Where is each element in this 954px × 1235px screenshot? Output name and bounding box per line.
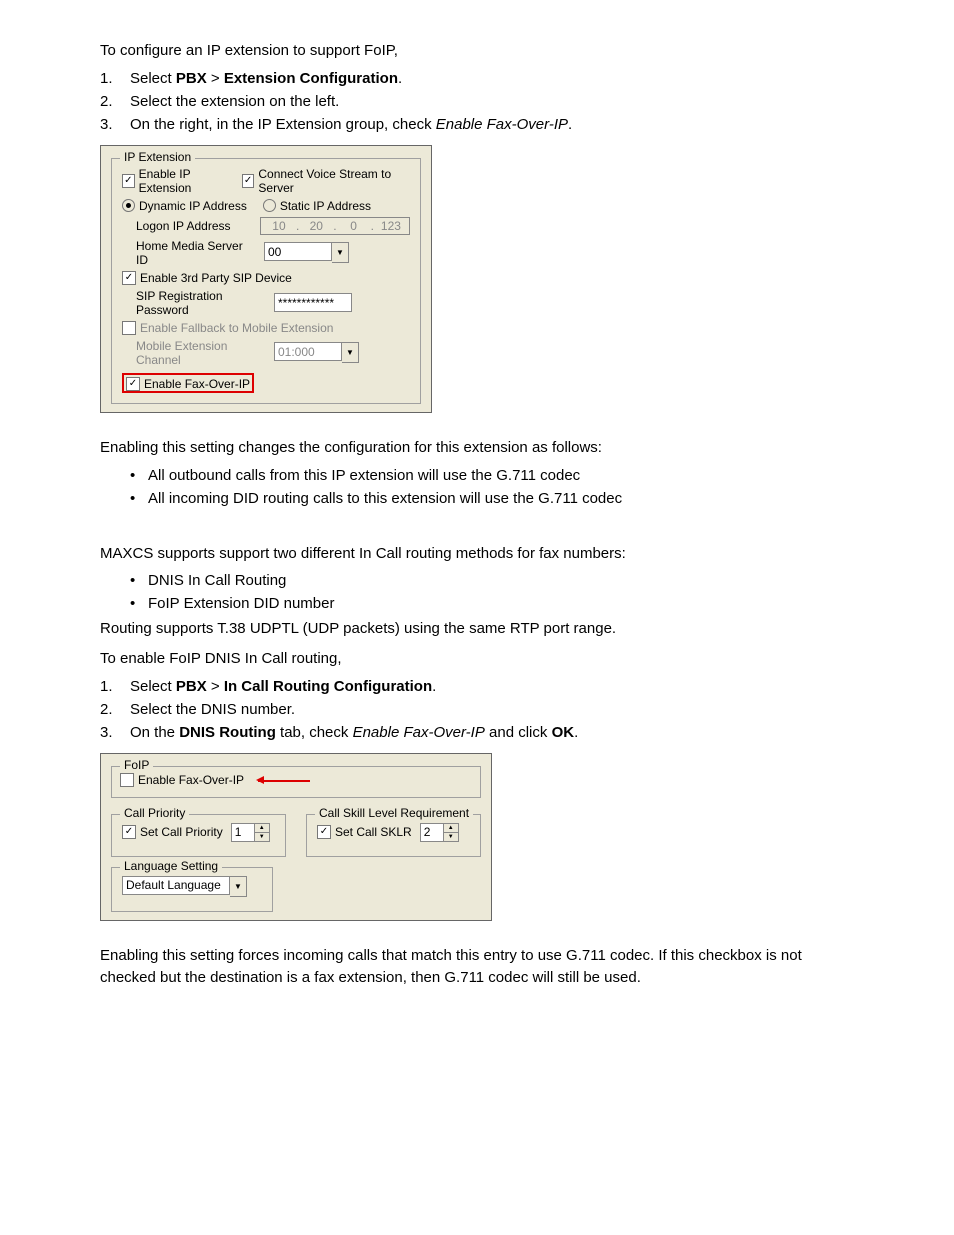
paragraph-intro: To configure an IP extension to support … — [100, 40, 854, 62]
bullets-1: •All outbound calls from this IP extensi… — [100, 467, 854, 507]
chevron-down-icon[interactable]: ▼ — [230, 876, 247, 897]
enable-fallback-checkbox[interactable]: Enable Fallback to Mobile Extension — [122, 321, 333, 335]
logon-ip-input[interactable]: 10. 20. 0. 123 — [260, 217, 410, 235]
language-combo[interactable]: Default Language ▼ — [122, 876, 247, 897]
dynamic-ip-radio[interactable]: Dynamic IP Address — [122, 199, 247, 213]
foip-enable-checkbox[interactable]: Enable Fax-Over-IP — [120, 773, 244, 787]
chevron-down-icon[interactable]: ▼ — [332, 242, 349, 263]
set-call-priority-checkbox[interactable]: Set Call Priority — [122, 825, 223, 839]
chevron-down-icon[interactable]: ▼ — [342, 342, 359, 363]
sip-password-input[interactable]: ************ — [274, 293, 352, 312]
enable-fax-over-ip-checkbox[interactable]: Enable Fax-Over-IP — [126, 377, 250, 391]
ip-extension-legend: IP Extension — [120, 150, 195, 164]
paragraph-after1: Enabling this setting changes the config… — [100, 437, 854, 459]
ip-extension-screenshot: IP Extension Enable IP Extension Connect… — [100, 145, 432, 413]
sklr-legend: Call Skill Level Requirement — [315, 806, 473, 820]
mobile-extension-label: Mobile Extension Channel — [136, 339, 266, 367]
foip-legend: FoIP — [120, 758, 153, 772]
steps-list-2: 1. Select PBX > In Call Routing Configur… — [100, 678, 854, 741]
steps-list-1: 1. Select PBX > Extension Configuration.… — [100, 70, 854, 133]
paragraph-closing: Enabling this setting forces incoming ca… — [100, 945, 854, 989]
routing-bullets: •DNIS In Call Routing •FoIP Extension DI… — [100, 572, 854, 612]
call-priority-legend: Call Priority — [120, 806, 189, 820]
home-media-server-combo[interactable]: 00 ▼ — [264, 242, 349, 263]
foip-screenshot: FoIP Enable Fax-Over-IP Call Priority Se… — [100, 753, 492, 921]
mobile-extension-combo[interactable]: 01:000 ▼ — [274, 342, 359, 363]
enable-3rd-party-sip-checkbox[interactable]: Enable 3rd Party SIP Device — [122, 271, 292, 285]
paragraph-routing-intro: MAXCS supports support two different In … — [100, 543, 854, 565]
enable-ip-extension-checkbox[interactable]: Enable IP Extension — [122, 167, 234, 195]
sklr-spinner[interactable]: 2 ▲▼ — [420, 823, 459, 842]
logon-ip-label: Logon IP Address — [136, 219, 252, 233]
connect-voice-stream-checkbox[interactable]: Connect Voice Stream to Server — [242, 167, 410, 195]
static-ip-radio[interactable]: Static IP Address — [263, 199, 371, 213]
language-setting-legend: Language Setting — [120, 859, 222, 873]
sip-password-label: SIP Registration Password — [136, 289, 266, 317]
paragraph-routing-note: Routing supports T.38 UDPTL (UDP packets… — [100, 618, 854, 640]
paragraph-to-enable: To enable FoIP DNIS In Call routing, — [100, 648, 854, 670]
call-priority-spinner[interactable]: 1 ▲▼ — [231, 823, 270, 842]
enable-fax-highlight: Enable Fax-Over-IP — [122, 373, 254, 393]
home-media-server-label: Home Media Server ID — [136, 239, 256, 267]
set-sklr-checkbox[interactable]: Set Call SKLR — [317, 825, 412, 839]
